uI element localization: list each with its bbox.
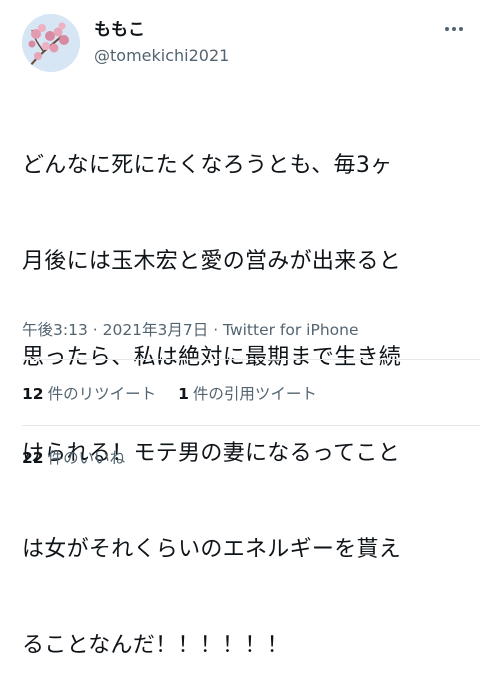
retweets-count: 12 (22, 385, 44, 403)
likes-stat[interactable]: 22 件のいいね (22, 448, 125, 468)
tweet-line: 月後には玉木宏と愛の営みが出来ると (22, 249, 402, 274)
quotes-count: 1 (178, 385, 189, 403)
tweet-line: どんなに死にたくなろうとも、毎3ヶ (22, 153, 393, 178)
cherry-blossom-avatar-icon (22, 14, 80, 72)
retweets-stat[interactable]: 12 件のリツイート (22, 384, 156, 404)
tweet-date[interactable]: 2021年3月7日 (103, 321, 209, 339)
more-dots-icon[interactable] (444, 26, 464, 34)
divider (22, 425, 480, 426)
meta-separator: · (208, 321, 224, 339)
tweet-header: ももこ @tomekichi2021 (0, 0, 480, 86)
tweet-line: 思ったら、私は絶対に最期まで生き続 (22, 345, 402, 370)
quotes-stat[interactable]: 1 件の引用ツイート (178, 384, 317, 404)
display-name[interactable]: ももこ (94, 20, 145, 40)
meta-separator: · (87, 321, 103, 339)
likes-stats-row: 22 件のいいね (22, 448, 147, 468)
tweet-meta: 午後3:13 · 2021年3月7日 · Twitter for iPhone (22, 320, 358, 340)
likes-count: 22 (22, 449, 44, 467)
tweet-source[interactable]: Twitter for iPhone (223, 321, 358, 339)
tweet-line: ることなんだ！！！！！！ (22, 633, 289, 658)
tweet-line: は女がそれくらいのエネルギーを貰え (22, 537, 402, 562)
likes-label: 件のいいね (47, 449, 126, 467)
user-handle[interactable]: @tomekichi2021 (94, 46, 229, 66)
retweet-stats-row: 12 件のリツイート 1 件の引用ツイート (22, 384, 339, 404)
tweet-time[interactable]: 午後3:13 (22, 321, 88, 339)
retweets-label: 件のリツイート (47, 385, 157, 403)
divider (22, 359, 480, 360)
quotes-label: 件の引用ツイート (192, 385, 317, 403)
avatar[interactable] (22, 14, 80, 72)
